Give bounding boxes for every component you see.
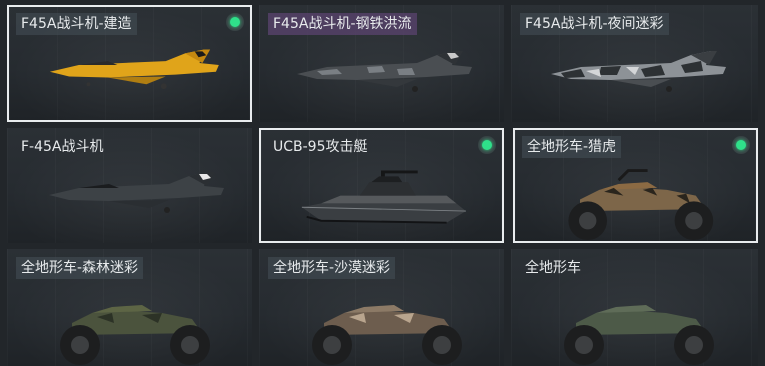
vehicle-card-atv-desert-camo[interactable]: 全地形车-沙漠迷彩 — [259, 249, 504, 366]
vehicle-card-f45a-steel-torrent[interactable]: F45A战斗机-钢铁洪流 — [259, 5, 504, 122]
vehicle-card-label: F-45A战斗机 — [21, 139, 104, 155]
vehicle-card-atv[interactable]: 全地形车 — [511, 249, 758, 366]
equipped-indicator-icon — [732, 136, 750, 154]
vehicle-card-atv-tiger[interactable]: 全地形车-猎虎 — [513, 128, 758, 243]
equipped-indicator-icon — [226, 13, 244, 31]
vehicle-card-f45a-night-camo[interactable]: F45A战斗机-夜间迷彩 — [511, 5, 758, 122]
vehicle-card-label: 全地形车-猎虎 — [522, 136, 622, 158]
vehicle-card-label: UCB-95攻击艇 — [273, 139, 368, 155]
vehicle-card-f45a-build[interactable]: F45A战斗机-建造 — [7, 5, 252, 122]
equipped-indicator-icon — [478, 136, 496, 154]
vehicle-card-atv-forest-camo[interactable]: 全地形车-森林迷彩 — [7, 249, 252, 366]
vehicle-card-label: F45A战斗机-夜间迷彩 — [520, 13, 669, 35]
vehicle-card-ucb-95-boat[interactable]: UCB-95攻击艇 — [259, 128, 504, 243]
vehicle-card-f45a[interactable]: F-45A战斗机 — [7, 128, 252, 243]
vehicle-card-label: 全地形车 — [525, 260, 581, 276]
vehicle-card-label: F45A战斗机-钢铁洪流 — [268, 13, 417, 35]
vehicle-card-label: F45A战斗机-建造 — [16, 13, 137, 35]
vehicle-skin-grid: F45A战斗机-建造 F45A战斗机-钢铁洪流 F45A战斗机-夜间迷彩 F-4… — [0, 0, 765, 366]
vehicle-card-label: 全地形车-森林迷彩 — [16, 257, 144, 279]
vehicle-card-label: 全地形车-沙漠迷彩 — [268, 257, 396, 279]
